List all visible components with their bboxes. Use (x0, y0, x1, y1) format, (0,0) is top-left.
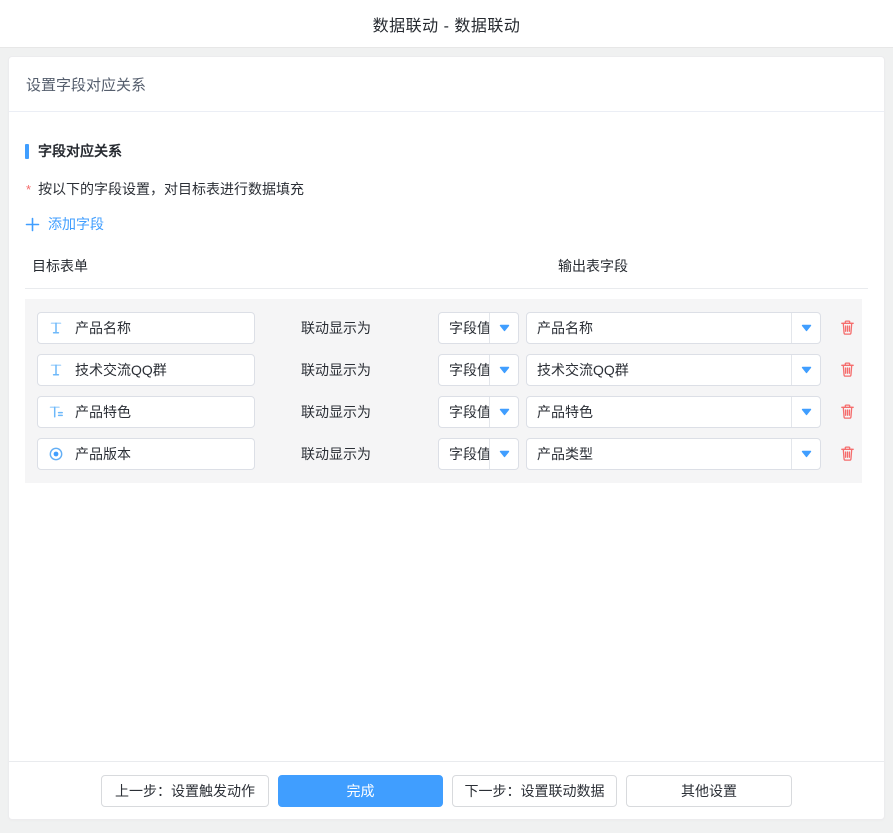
field-mapping-row: 产品名称 联动显示为 字段值 产品名称 (37, 312, 862, 344)
display-mode-select[interactable]: 字段值 (438, 312, 519, 344)
section-accent-bar (25, 144, 29, 159)
other-settings-button[interactable]: 其他设置 (626, 775, 792, 807)
field-type-icon-slot (48, 404, 64, 420)
trash-icon (839, 319, 856, 337)
field-mapping-row: 技术交流QQ群 联动显示为 字段值 技术交流QQ群 (37, 354, 862, 386)
delete-row-button[interactable] (836, 401, 858, 423)
link-display-label: 联动显示为 (301, 360, 371, 380)
panel-header: 设置字段对应关系 (9, 57, 884, 112)
display-mode-value: 字段值 (439, 397, 489, 427)
text-input-icon (48, 362, 64, 378)
link-display-label: 联动显示为 (301, 318, 371, 338)
field-mapping-panel: 设置字段对应关系 字段对应关系 * 按以下的字段设置，对目标表进行数据填充 添加… (8, 56, 885, 820)
chevron-down-icon (791, 397, 820, 427)
text-input-icon (48, 320, 64, 336)
output-field-select[interactable]: 产品类型 (526, 438, 821, 470)
next-step-button[interactable]: 下一步：设置联动数据 (452, 775, 617, 807)
link-display-label: 联动显示为 (301, 402, 371, 422)
chevron-down-icon (489, 313, 518, 343)
target-field-input[interactable]: 技术交流QQ群 (37, 354, 255, 386)
link-display-label: 联动显示为 (301, 444, 371, 464)
add-field-button[interactable]: 添加字段 (25, 214, 104, 234)
field-mapping-row: 产品特色 联动显示为 字段值 产品特色 (37, 396, 862, 428)
column-header-target-form: 目标表单 (32, 256, 88, 276)
trash-icon (839, 445, 856, 463)
chevron-down-icon (791, 439, 820, 469)
footer-action-bar: 上一步：设置触发动作 完成 下一步：设置联动数据 其他设置 (9, 761, 884, 819)
chevron-down-icon (489, 397, 518, 427)
finish-button[interactable]: 完成 (278, 775, 443, 807)
panel-header-title: 设置字段对应关系 (26, 74, 146, 95)
display-mode-value: 字段值 (439, 313, 489, 343)
target-field-value: 产品特色 (75, 402, 131, 422)
plus-icon (25, 217, 40, 232)
column-headers: 目标表单 输出表字段 (25, 256, 868, 275)
textarea-icon (48, 404, 64, 420)
display-mode-value: 字段值 (439, 355, 489, 385)
field-mapping-row: 产品版本 联动显示为 字段值 产品类型 (37, 438, 862, 470)
field-type-icon-slot (48, 320, 64, 336)
required-note: * 按以下的字段设置，对目标表进行数据填充 (25, 179, 868, 199)
delete-row-button[interactable] (836, 443, 858, 465)
output-field-value: 产品名称 (527, 313, 791, 343)
field-mapping-list: 产品名称 联动显示为 字段值 产品名称 (25, 299, 862, 483)
display-mode-select[interactable]: 字段值 (438, 396, 519, 428)
section-title: 字段对应关系 (25, 141, 868, 161)
target-field-input[interactable]: 产品版本 (37, 438, 255, 470)
target-field-input[interactable]: 产品名称 (37, 312, 255, 344)
target-field-value: 产品版本 (75, 444, 131, 464)
display-mode-select[interactable]: 字段值 (438, 438, 519, 470)
panel-body: 字段对应关系 * 按以下的字段设置，对目标表进行数据填充 添加字段 目标表单 输… (9, 112, 884, 761)
trash-icon (839, 403, 856, 421)
chevron-down-icon (489, 439, 518, 469)
prev-step-button[interactable]: 上一步：设置触发动作 (101, 775, 269, 807)
display-mode-select[interactable]: 字段值 (438, 354, 519, 386)
target-field-value: 技术交流QQ群 (75, 360, 167, 380)
output-field-select[interactable]: 产品名称 (526, 312, 821, 344)
trash-icon (839, 361, 856, 379)
column-header-output-field: 输出表字段 (558, 256, 628, 276)
radio-icon (48, 446, 64, 462)
chevron-down-icon (791, 313, 820, 343)
chevron-down-icon (489, 355, 518, 385)
field-type-icon-slot (48, 362, 64, 378)
target-field-input[interactable]: 产品特色 (37, 396, 255, 428)
header-divider (25, 288, 868, 289)
output-field-value: 产品特色 (527, 397, 791, 427)
window-title-bar: 数据联动 - 数据联动 (0, 0, 893, 48)
target-field-value: 产品名称 (75, 318, 131, 338)
section-title-label: 字段对应关系 (38, 141, 122, 161)
required-asterisk: * (26, 182, 31, 197)
output-field-value: 产品类型 (527, 439, 791, 469)
delete-row-button[interactable] (836, 359, 858, 381)
display-mode-value: 字段值 (439, 439, 489, 469)
add-field-label: 添加字段 (48, 214, 104, 234)
output-field-select[interactable]: 产品特色 (526, 396, 821, 428)
page-title: 数据联动 - 数据联动 (373, 12, 521, 36)
chevron-down-icon (791, 355, 820, 385)
required-note-text: 按以下的字段设置，对目标表进行数据填充 (38, 179, 304, 199)
field-type-icon-slot (48, 446, 64, 462)
delete-row-button[interactable] (836, 317, 858, 339)
output-field-value: 技术交流QQ群 (527, 355, 791, 385)
output-field-select[interactable]: 技术交流QQ群 (526, 354, 821, 386)
